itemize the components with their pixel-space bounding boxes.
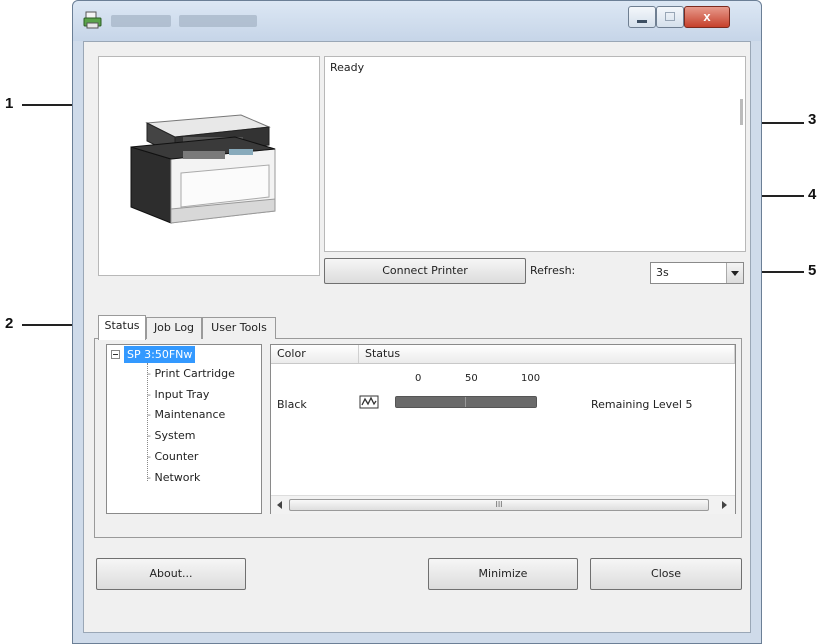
- callout-4: 4: [808, 186, 817, 203]
- status-list-view: Color Status 0 50 100 Black Remaining Le…: [270, 344, 736, 514]
- chevron-left-icon: [277, 501, 282, 509]
- scroll-left-arrow[interactable]: [273, 498, 287, 512]
- close-icon: x: [703, 9, 711, 24]
- chevron-right-icon: [722, 501, 727, 509]
- tab-job-log[interactable]: Job Log: [146, 317, 202, 339]
- printer-image-panel: [98, 56, 320, 276]
- close-button[interactable]: Close: [590, 558, 742, 590]
- remaining-level-text: Remaining Level 5: [591, 398, 693, 411]
- printer-tree-view: SP 3:50FNw - Print Cartridge - Input Tra…: [106, 344, 262, 514]
- maximize-icon: [665, 12, 675, 21]
- chevron-down-icon: [731, 271, 739, 276]
- status-message-panel: Ready: [324, 56, 746, 252]
- scale-label-100: 100: [521, 373, 541, 384]
- callout-3: 3: [808, 111, 817, 128]
- scroll-grip-icon: III: [495, 500, 503, 509]
- toner-bar-midline: [465, 397, 466, 407]
- printer-image: [130, 114, 276, 224]
- tree-collapse-toggle[interactable]: [111, 350, 120, 359]
- status-text: Ready: [330, 61, 365, 74]
- tree-item-input-tray[interactable]: - Input Tray: [147, 385, 209, 404]
- tree-item-print-cartridge[interactable]: - Print Cartridge: [147, 364, 235, 383]
- minimize-button[interactable]: Minimize: [428, 558, 578, 590]
- column-header-color[interactable]: Color: [271, 345, 359, 363]
- callout-1: 1: [5, 95, 14, 112]
- title-bar: x: [73, 1, 761, 41]
- refresh-interval-value: 3s: [656, 266, 669, 279]
- tree-item-counter[interactable]: - Counter: [147, 447, 198, 466]
- refresh-interval-select[interactable]: 3s: [650, 262, 744, 284]
- app-window: x Ready Connect Printer Refresh: 3s Stat…: [72, 0, 762, 644]
- tree-item-network[interactable]: - Network: [147, 468, 200, 487]
- horizontal-scrollbar[interactable]: III: [271, 495, 735, 514]
- row-color-black: Black: [277, 398, 307, 411]
- list-header: Color Status: [271, 345, 735, 364]
- dropdown-arrow-button[interactable]: [726, 263, 743, 283]
- client-area: Ready Connect Printer Refresh: 3s Status…: [83, 41, 751, 633]
- scroll-thumb[interactable]: III: [289, 499, 709, 511]
- toner-icon: [359, 395, 379, 412]
- minus-icon: [113, 354, 118, 355]
- toner-level-fill: [396, 397, 536, 407]
- window-maximize-button[interactable]: [656, 6, 684, 28]
- printer-app-icon: [83, 10, 103, 30]
- connect-printer-button[interactable]: Connect Printer: [324, 258, 526, 284]
- tree-item-maintenance[interactable]: - Maintenance: [147, 405, 225, 424]
- callout-5: 5: [808, 262, 817, 279]
- title-text-blurred-2: [179, 15, 257, 27]
- callout-2: 2: [5, 315, 14, 332]
- scale-label-0: 0: [415, 373, 422, 384]
- tab-user-tools[interactable]: User Tools: [202, 317, 276, 339]
- tab-status[interactable]: Status: [98, 315, 146, 340]
- refresh-label: Refresh:: [530, 264, 576, 277]
- scroll-right-arrow[interactable]: [717, 498, 731, 512]
- title-text-blurred: [111, 15, 171, 27]
- window-minimize-button[interactable]: [628, 6, 656, 28]
- tree-root-item[interactable]: SP 3:50FNw: [124, 346, 196, 363]
- column-header-status[interactable]: Status: [359, 345, 735, 363]
- status-panel-scroll-marker: [740, 99, 743, 125]
- toner-level-bar: [395, 396, 537, 408]
- table-row[interactable]: Black Remaining Level 5: [271, 391, 735, 415]
- tree-item-system[interactable]: - System: [147, 426, 196, 445]
- window-close-button[interactable]: x: [684, 6, 730, 28]
- minimize-icon: [637, 20, 647, 23]
- scale-label-50: 50: [465, 373, 478, 384]
- about-button[interactable]: About...: [96, 558, 246, 590]
